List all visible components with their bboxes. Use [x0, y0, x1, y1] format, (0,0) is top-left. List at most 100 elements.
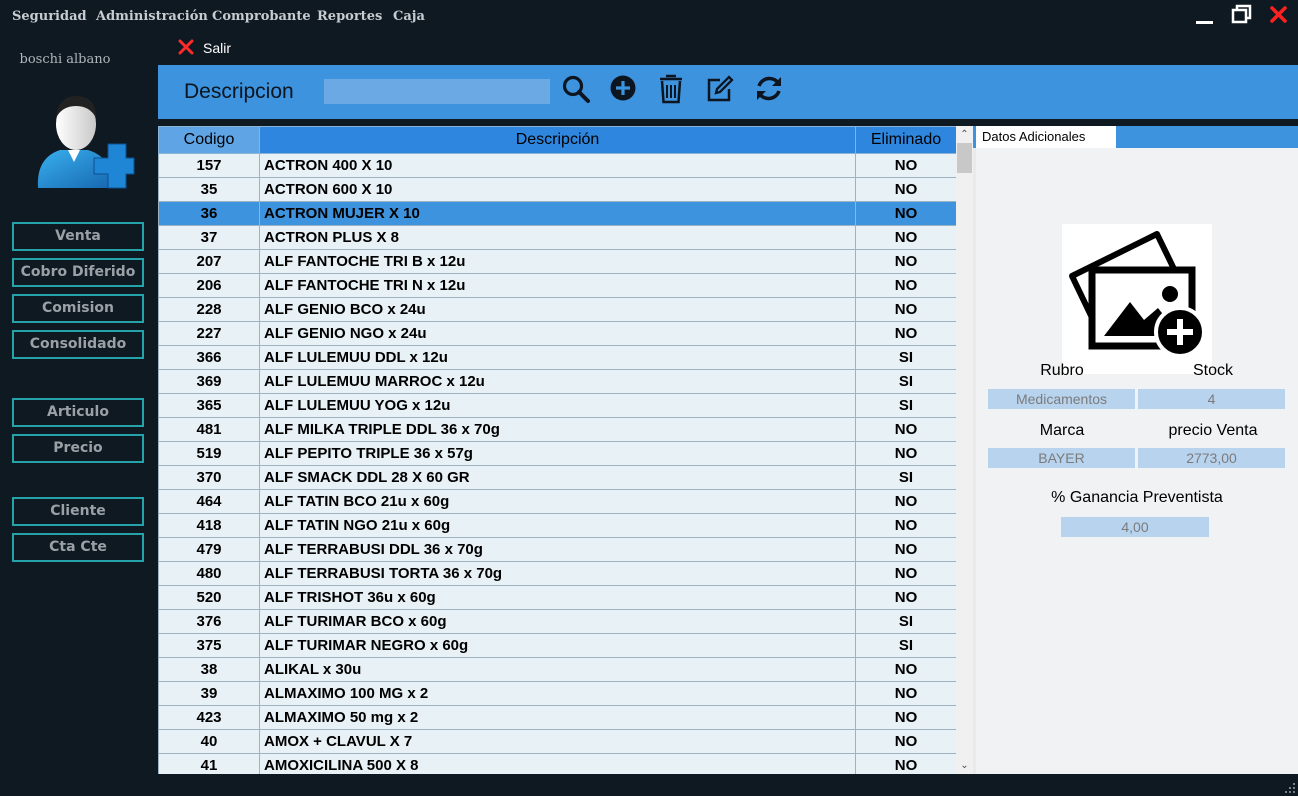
- table-row[interactable]: 481 ALF MILKA TRIPLE DDL 36 x 70g NO: [158, 417, 956, 442]
- scroll-down-icon[interactable]: ⌄: [956, 757, 973, 774]
- cell-eliminado: NO: [855, 441, 956, 466]
- stock-value: 4: [1138, 389, 1285, 409]
- menu-reportes[interactable]: Reportes: [317, 9, 382, 24]
- cell-eliminado: NO: [855, 249, 956, 274]
- cell-descripcion: ALF TATIN NGO 21u x 60g: [259, 513, 856, 538]
- precio-button[interactable]: Precio: [12, 434, 144, 463]
- table-row[interactable]: 480 ALF TERRABUSI TORTA 36 x 70g NO: [158, 561, 956, 586]
- table-row[interactable]: 423 ALMAXIMO 50 mg x 2 NO: [158, 705, 956, 730]
- search-input[interactable]: [324, 79, 550, 104]
- cell-codigo: 520: [158, 585, 260, 610]
- cell-descripcion: ALF PEPITO TRIPLE 36 x 57g: [259, 441, 856, 466]
- table-row[interactable]: 370 ALF SMACK DDL 28 X 60 GR SI: [158, 465, 956, 490]
- cell-codigo: 39: [158, 681, 260, 706]
- cell-codigo: 35: [158, 177, 260, 202]
- menu-caja[interactable]: Caja: [393, 9, 425, 24]
- table-row[interactable]: 157 ACTRON 400 X 10 NO: [158, 153, 956, 178]
- product-image-placeholder[interactable]: [1062, 224, 1212, 374]
- table-row[interactable]: 464 ALF TATIN BCO 21u x 60g NO: [158, 489, 956, 514]
- table-row[interactable]: 40 AMOX + CLAVUL X 7 NO: [158, 729, 956, 754]
- cell-eliminado: NO: [855, 297, 956, 322]
- tab-datos-adicionales[interactable]: Datos Adicionales: [976, 126, 1116, 148]
- cell-codigo: 519: [158, 441, 260, 466]
- search-icon: [562, 75, 590, 103]
- panel-tabstrip: Datos Adicionales: [973, 126, 1298, 148]
- edit-button[interactable]: [704, 73, 736, 105]
- table-row[interactable]: 366 ALF LULEMUU DDL x 12u SI: [158, 345, 956, 370]
- cell-eliminado: NO: [855, 201, 956, 226]
- resize-grip-icon[interactable]: [1284, 782, 1296, 794]
- column-header-descripcion[interactable]: Descripción: [259, 126, 856, 154]
- cell-eliminado: NO: [855, 537, 956, 562]
- search-button[interactable]: [560, 73, 592, 105]
- add-button[interactable]: [608, 73, 640, 105]
- articulo-button[interactable]: Articulo: [12, 398, 144, 427]
- column-header-eliminado[interactable]: Eliminado: [855, 126, 956, 154]
- cell-codigo: 375: [158, 633, 260, 658]
- close-icon: [1270, 6, 1287, 23]
- table-row[interactable]: 365 ALF LULEMUU YOG x 12u SI: [158, 393, 956, 418]
- table-row[interactable]: 227 ALF GENIO NGO x 24u NO: [158, 321, 956, 346]
- venta-button[interactable]: Venta: [12, 222, 144, 251]
- cell-eliminado: NO: [855, 705, 956, 730]
- menu-administracion[interactable]: Administración: [96, 9, 208, 24]
- restore-button[interactable]: [1230, 4, 1254, 26]
- cta-cte-button[interactable]: Cta Cte: [12, 533, 144, 562]
- table-row[interactable]: 37 ACTRON PLUS X 8 NO: [158, 225, 956, 250]
- cell-descripcion: ALF TERRABUSI DDL 36 x 70g: [259, 537, 856, 562]
- consolidado-button[interactable]: Consolidado: [12, 330, 144, 359]
- add-image-icon: [1069, 231, 1206, 358]
- table-row[interactable]: 38 ALIKAL x 30u NO: [158, 657, 956, 682]
- table-row[interactable]: 39 ALMAXIMO 100 MG x 2 NO: [158, 681, 956, 706]
- scroll-up-icon[interactable]: ⌃: [956, 126, 973, 143]
- cell-descripcion: ALF GENIO NGO x 24u: [259, 321, 856, 346]
- column-header-codigo[interactable]: Codigo: [158, 126, 260, 154]
- cell-eliminado: NO: [855, 753, 956, 774]
- rubro-label: Rubro: [1040, 362, 1084, 379]
- refresh-button[interactable]: [754, 73, 786, 105]
- stock-label: Stock: [1192, 362, 1233, 379]
- menu-comprobante[interactable]: Comprobante: [212, 9, 311, 24]
- ganancia-value: 4,00: [1061, 517, 1209, 537]
- precio-venta-label: precio Venta: [1168, 422, 1258, 439]
- table-row[interactable]: 207 ALF FANTOCHE TRI B x 12u NO: [158, 249, 956, 274]
- menu-bar: Seguridad Administración Comprobante Rep…: [0, 0, 1298, 32]
- grid-scrollbar[interactable]: ⌃ ⌄: [956, 126, 973, 774]
- cell-codigo: 481: [158, 417, 260, 442]
- table-row[interactable]: 36 ACTRON MUJER X 10 NO: [158, 201, 956, 226]
- table-row[interactable]: 519 ALF PEPITO TRIPLE 36 x 57g NO: [158, 441, 956, 466]
- cell-descripcion: ALF TERRABUSI TORTA 36 x 70g: [259, 561, 856, 586]
- cell-codigo: 40: [158, 729, 260, 754]
- cell-descripcion: ALF TRISHOT 36u x 60g: [259, 585, 856, 610]
- cell-eliminado: NO: [855, 585, 956, 610]
- minimize-button[interactable]: [1193, 4, 1217, 26]
- restore-icon: [1231, 4, 1252, 24]
- comision-button[interactable]: Comision: [12, 294, 144, 323]
- cell-descripcion: ALIKAL x 30u: [259, 657, 856, 682]
- delete-button[interactable]: [656, 73, 688, 105]
- menu-seguridad[interactable]: Seguridad: [12, 9, 87, 24]
- table-row[interactable]: 418 ALF TATIN NGO 21u x 60g NO: [158, 513, 956, 538]
- table-row[interactable]: 520 ALF TRISHOT 36u x 60g NO: [158, 585, 956, 610]
- cell-eliminado: NO: [855, 657, 956, 682]
- articles-grid[interactable]: Codigo Descripción Eliminado 157 ACTRON 4…: [158, 126, 956, 774]
- table-row[interactable]: 369 ALF LULEMUU MARROC x 12u SI: [158, 369, 956, 394]
- table-row[interactable]: 375 ALF TURIMAR NEGRO x 60g SI: [158, 633, 956, 658]
- scroll-thumb[interactable]: [957, 143, 972, 173]
- cell-codigo: 376: [158, 609, 260, 634]
- table-row[interactable]: 376 ALF TURIMAR BCO x 60g SI: [158, 609, 956, 634]
- cell-descripcion: ACTRON MUJER X 10: [259, 201, 856, 226]
- table-row[interactable]: 479 ALF TERRABUSI DDL 36 x 70g NO: [158, 537, 956, 562]
- details-panel: Datos Adicionales Rubro Stock Medicament…: [973, 126, 1298, 774]
- cell-eliminado: NO: [855, 225, 956, 250]
- cell-descripcion: ALMAXIMO 100 MG x 2: [259, 681, 856, 706]
- cobro-diferido-button[interactable]: Cobro Diferido: [12, 258, 144, 287]
- table-row[interactable]: 41 AMOXICILINA 500 X 8 NO: [158, 753, 956, 774]
- cliente-button[interactable]: Cliente: [12, 497, 144, 526]
- table-row[interactable]: 228 ALF GENIO BCO x 24u NO: [158, 297, 956, 322]
- table-row[interactable]: 206 ALF FANTOCHE TRI N x 12u NO: [158, 273, 956, 298]
- close-button[interactable]: [1267, 4, 1291, 26]
- cell-codigo: 228: [158, 297, 260, 322]
- table-row[interactable]: 35 ACTRON 600 X 10 NO: [158, 177, 956, 202]
- cell-descripcion: ACTRON 600 X 10: [259, 177, 856, 202]
